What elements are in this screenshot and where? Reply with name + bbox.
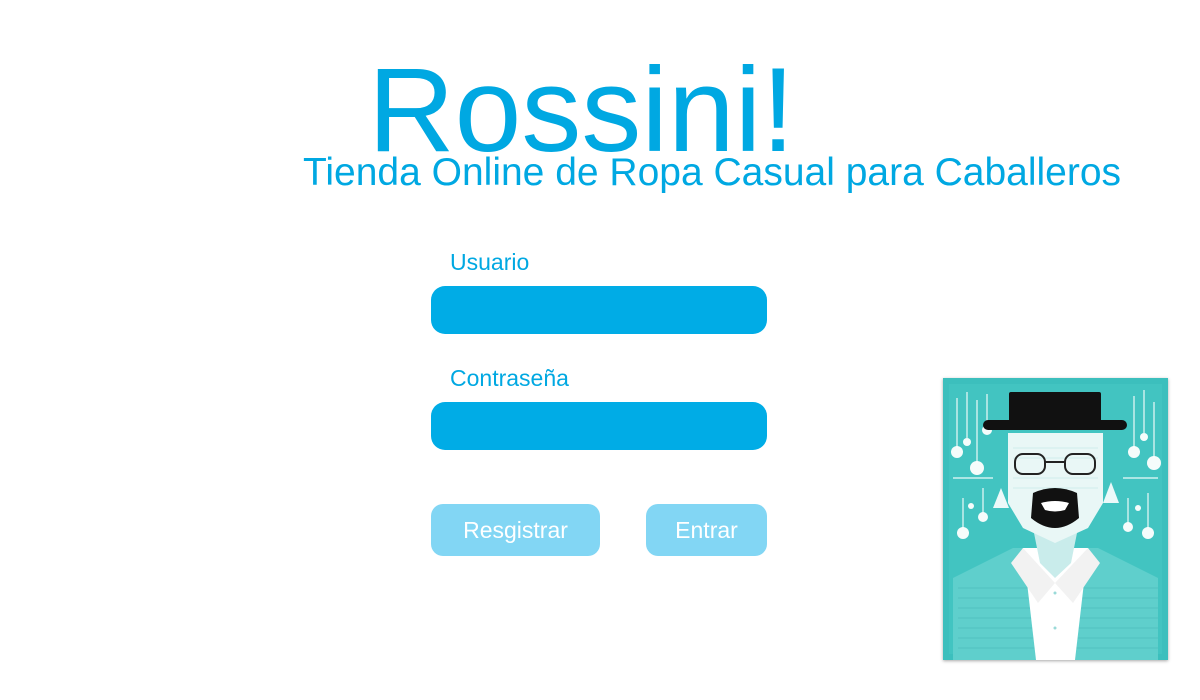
register-button[interactable]: Resgistrar: [431, 504, 600, 556]
heisenberg-portrait-icon: [943, 378, 1168, 660]
poster-image: [943, 378, 1168, 660]
login-button[interactable]: Entrar: [646, 504, 767, 556]
password-label: Contraseña: [450, 365, 569, 391]
username-input[interactable]: [431, 286, 767, 334]
brand-subtitle: Tienda Online de Ropa Casual para Caball…: [303, 151, 1122, 194]
username-label: Usuario: [450, 249, 530, 275]
login-page: Rossini! Tienda Online de Ropa Casual pa…: [0, 0, 1200, 700]
password-input[interactable]: [431, 402, 767, 450]
